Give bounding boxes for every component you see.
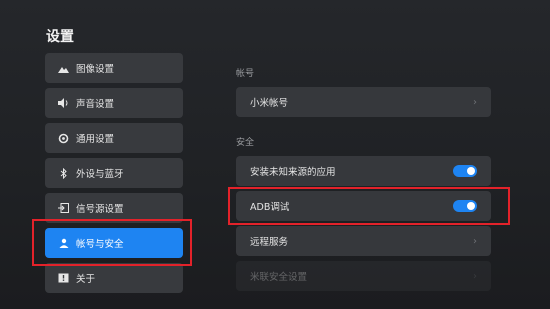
sidebar-item-label: 声音设置 [76,99,115,110]
section-header-security: 安全 [236,138,255,148]
sidebar-item-label: 外设与蓝牙 [76,169,124,180]
row-label: 远程服务 [250,237,289,248]
sidebar-item-bluetooth[interactable]: 外设与蓝牙 [45,158,183,188]
image-icon [57,62,70,75]
sidebar-item-label: 关于 [76,274,96,285]
input-source-icon [57,202,70,215]
chevron-right-icon: › [473,270,477,282]
info-icon [57,272,70,285]
gear-icon [57,132,70,145]
milink-security-row[interactable]: 米联安全设置 › [236,261,491,291]
sidebar-item-image[interactable]: 图像设置 [45,53,183,83]
speaker-icon [57,97,70,110]
sidebar-item-label: 信号源设置 [76,204,124,215]
bluetooth-icon [57,167,70,180]
row-label: 安装未知来源的应用 [250,167,336,178]
sidebar-item-about[interactable]: 关于 [45,263,183,293]
sidebar-item-sound[interactable]: 声音设置 [45,88,183,118]
highlight-box-adb [228,187,510,225]
sidebar-item-general[interactable]: 通用设置 [45,123,183,153]
sidebar-item-label: 图像设置 [76,64,115,75]
row-label: 米联安全设置 [250,272,308,283]
unknown-sources-row[interactable]: 安装未知来源的应用 [236,156,491,186]
remote-service-row[interactable]: 远程服务 › [236,226,491,256]
row-label: 小米帐号 [250,98,289,109]
section-header-account: 帐号 [236,69,255,79]
unknown-sources-toggle[interactable] [453,165,477,177]
highlight-box-sidebar [32,219,192,266]
xiaomi-account-row[interactable]: 小米帐号 › [236,87,491,117]
page-title: 设置 [46,29,74,45]
chevron-right-icon: › [473,235,477,247]
chevron-right-icon: › [473,96,477,108]
sidebar-item-label: 通用设置 [76,134,115,145]
